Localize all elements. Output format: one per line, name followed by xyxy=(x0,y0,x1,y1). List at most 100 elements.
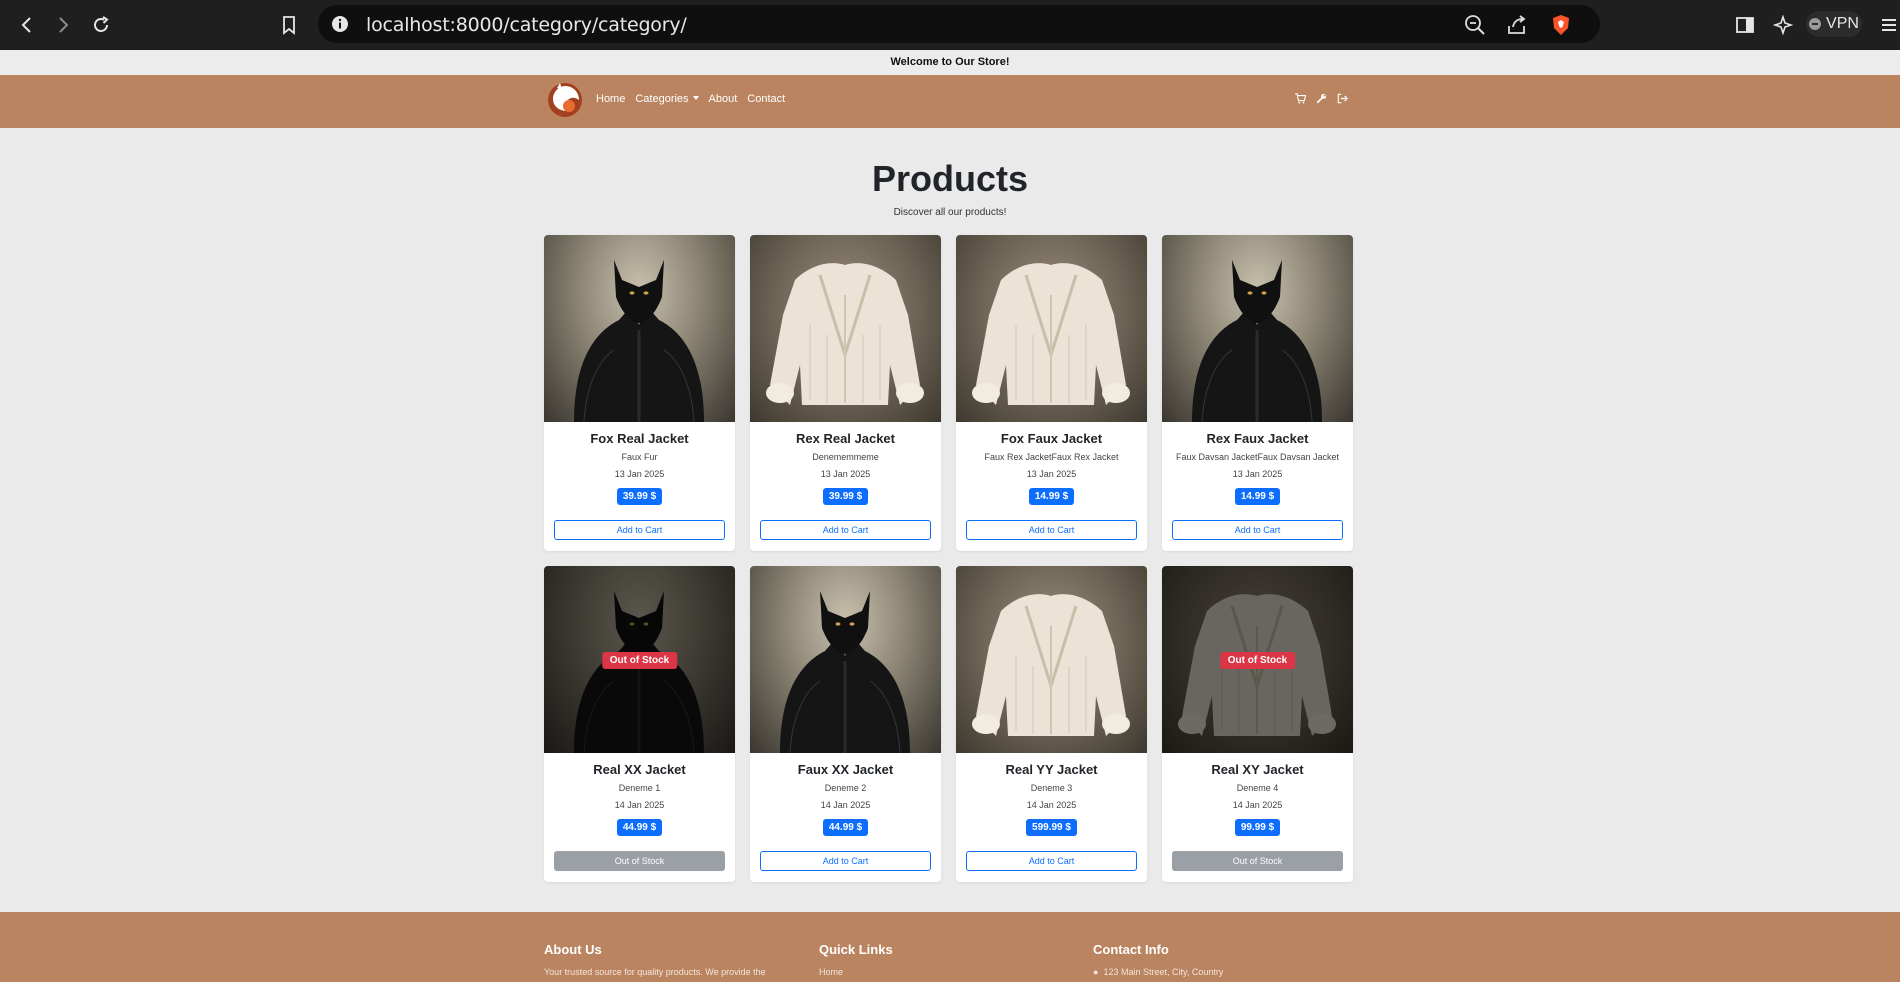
footer-address-text: 123 Main Street, City, Country xyxy=(1103,967,1224,977)
add-to-cart-button[interactable]: Add to Cart xyxy=(966,851,1137,871)
product-image[interactable] xyxy=(750,566,941,753)
site-info-icon[interactable] xyxy=(330,14,350,34)
chevron-down-icon xyxy=(692,96,699,100)
nav-contact[interactable]: Contact xyxy=(747,93,785,105)
fox-logo-icon[interactable] xyxy=(545,80,585,120)
footer-contact-title: Contact Info xyxy=(1093,942,1169,957)
product-card[interactable]: Out of Stock Real XX Jacket Deneme 1 14 … xyxy=(544,566,735,882)
footer-contact-address: ● 123 Main Street, City, Country xyxy=(1093,967,1223,977)
address-bar[interactable]: localhost:8000/category/category/ xyxy=(318,5,1600,43)
url-text[interactable]: localhost:8000/category/category/ xyxy=(366,14,687,36)
back-icon[interactable] xyxy=(14,12,40,38)
product-description: Faux Rex JacketFaux Rex Jacket xyxy=(984,452,1119,462)
product-description: Faux Davsan JacketFaux Davsan Jacket xyxy=(1175,452,1340,462)
product-date: 13 Jan 2025 xyxy=(614,469,665,479)
footer-links-title: Quick Links xyxy=(819,942,893,957)
product-name[interactable]: Real XX Jacket xyxy=(544,762,735,777)
price-badge: 599.99 $ xyxy=(1026,819,1077,836)
product-name[interactable]: Rex Faux Jacket xyxy=(1162,431,1353,446)
product-name[interactable]: Faux XX Jacket xyxy=(750,762,941,777)
reload-icon[interactable] xyxy=(88,12,114,38)
product-description: Deneme 4 xyxy=(1236,783,1279,793)
leo-ai-icon[interactable] xyxy=(1770,12,1796,38)
product-card[interactable]: Fox Real Jacket Faux Fur 13 Jan 2025 39.… xyxy=(544,235,735,551)
page-title: Products xyxy=(871,158,1029,199)
brave-shields-icon[interactable] xyxy=(1550,14,1572,36)
site-footer: About Us Your trusted source for quality… xyxy=(0,912,1900,982)
product-description: Deneme 1 xyxy=(618,783,661,793)
price-badge: 44.99 $ xyxy=(616,819,663,836)
forward-icon[interactable] xyxy=(50,12,76,38)
product-name[interactable]: Fox Faux Jacket xyxy=(956,431,1147,446)
white-fur-jacket-image xyxy=(766,263,924,405)
product-date: 13 Jan 2025 xyxy=(1232,469,1283,479)
add-to-cart-button[interactable]: Add to Cart xyxy=(966,520,1137,540)
product-card[interactable]: Real YY Jacket Deneme 3 14 Jan 2025 599.… xyxy=(956,566,1147,882)
price-badge: 39.99 $ xyxy=(616,488,663,505)
product-grid: Fox Real Jacket Faux Fur 13 Jan 2025 39.… xyxy=(544,235,1354,882)
price-badge: 14.99 $ xyxy=(1028,488,1075,505)
vpn-button[interactable]: VPN xyxy=(1806,11,1862,37)
product-date: 14 Jan 2025 xyxy=(1026,800,1077,810)
bookmark-icon[interactable] xyxy=(276,12,302,38)
footer-about-title: About Us xyxy=(544,942,602,957)
menu-icon[interactable] xyxy=(1876,12,1900,38)
footer-about-text: Your trusted source for quality products… xyxy=(544,967,766,977)
logout-icon[interactable] xyxy=(1336,92,1349,105)
product-description: Deneme 2 xyxy=(824,783,867,793)
product-description: Denememmeme xyxy=(812,452,879,462)
wrench-icon[interactable] xyxy=(1315,92,1328,105)
share-icon[interactable] xyxy=(1506,14,1528,36)
add-to-cart-button[interactable]: Add to Cart xyxy=(760,851,931,871)
out-of-stock-badge: Out of Stock xyxy=(1219,652,1296,669)
product-date: 14 Jan 2025 xyxy=(1232,800,1283,810)
product-card[interactable]: Fox Faux Jacket Faux Rex JacketFaux Rex … xyxy=(956,235,1147,551)
black-fur-jacket-image xyxy=(574,260,704,422)
page-subtitle: Discover all our products! xyxy=(893,207,1007,218)
browser-toolbar: localhost:8000/category/category/ VPN xyxy=(0,0,1900,50)
product-image[interactable]: Out of Stock xyxy=(544,566,735,753)
footer-link-home[interactable]: Home xyxy=(819,967,893,977)
product-card[interactable]: Rex Faux Jacket Faux Davsan JacketFaux D… xyxy=(1162,235,1353,551)
product-image[interactable] xyxy=(544,235,735,422)
price-badge: 39.99 $ xyxy=(822,488,869,505)
out-of-stock-badge: Out of Stock xyxy=(601,652,678,669)
white-fur-jacket-image xyxy=(972,263,1130,405)
product-card[interactable]: Rex Real Jacket Denememmeme 13 Jan 2025 … xyxy=(750,235,941,551)
product-image[interactable] xyxy=(956,566,1147,753)
product-date: 13 Jan 2025 xyxy=(820,469,871,479)
nav-categories[interactable]: Categories xyxy=(635,93,699,105)
nav-categories-label: Categories xyxy=(635,93,689,105)
map-pin-icon: ● xyxy=(1093,967,1099,977)
product-name[interactable]: Fox Real Jacket xyxy=(544,431,735,446)
cart-icon[interactable] xyxy=(1294,92,1307,105)
product-name[interactable]: Rex Real Jacket xyxy=(750,431,941,446)
product-description: Faux Fur xyxy=(621,452,658,462)
add-to-cart-button[interactable]: Add to Cart xyxy=(1172,520,1343,540)
product-image[interactable] xyxy=(750,235,941,422)
add-to-cart-button[interactable]: Add to Cart xyxy=(760,520,931,540)
nav-about[interactable]: About xyxy=(709,93,738,105)
sidebar-toggle-icon[interactable] xyxy=(1732,12,1758,38)
zoom-icon[interactable] xyxy=(1464,14,1486,36)
vpn-status-icon xyxy=(1809,18,1822,30)
out-of-stock-button: Out of Stock xyxy=(1172,851,1343,871)
nav-home[interactable]: Home xyxy=(596,93,625,105)
product-image[interactable] xyxy=(956,235,1147,422)
product-card[interactable]: Out of Stock Real XY Jacket Deneme 4 14 … xyxy=(1162,566,1353,882)
out-of-stock-button: Out of Stock xyxy=(554,851,725,871)
product-date: 14 Jan 2025 xyxy=(614,800,665,810)
web-page: Welcome to Our Store! Home Categories Ab… xyxy=(0,50,1900,982)
product-card[interactable]: Faux XX Jacket Deneme 2 14 Jan 2025 44.9… xyxy=(750,566,941,882)
product-image[interactable]: Out of Stock xyxy=(1162,566,1353,753)
black-fur-jacket-image xyxy=(780,591,910,753)
add-to-cart-button[interactable]: Add to Cart xyxy=(554,520,725,540)
black-fur-jacket-image xyxy=(1192,260,1322,422)
welcome-banner: Welcome to Our Store! xyxy=(0,50,1900,75)
price-badge: 44.99 $ xyxy=(822,819,869,836)
product-image[interactable] xyxy=(1162,235,1353,422)
product-name[interactable]: Real YY Jacket xyxy=(956,762,1147,777)
price-badge: 99.99 $ xyxy=(1234,819,1281,836)
product-name[interactable]: Real XY Jacket xyxy=(1162,762,1353,777)
vpn-label: VPN xyxy=(1826,15,1859,32)
